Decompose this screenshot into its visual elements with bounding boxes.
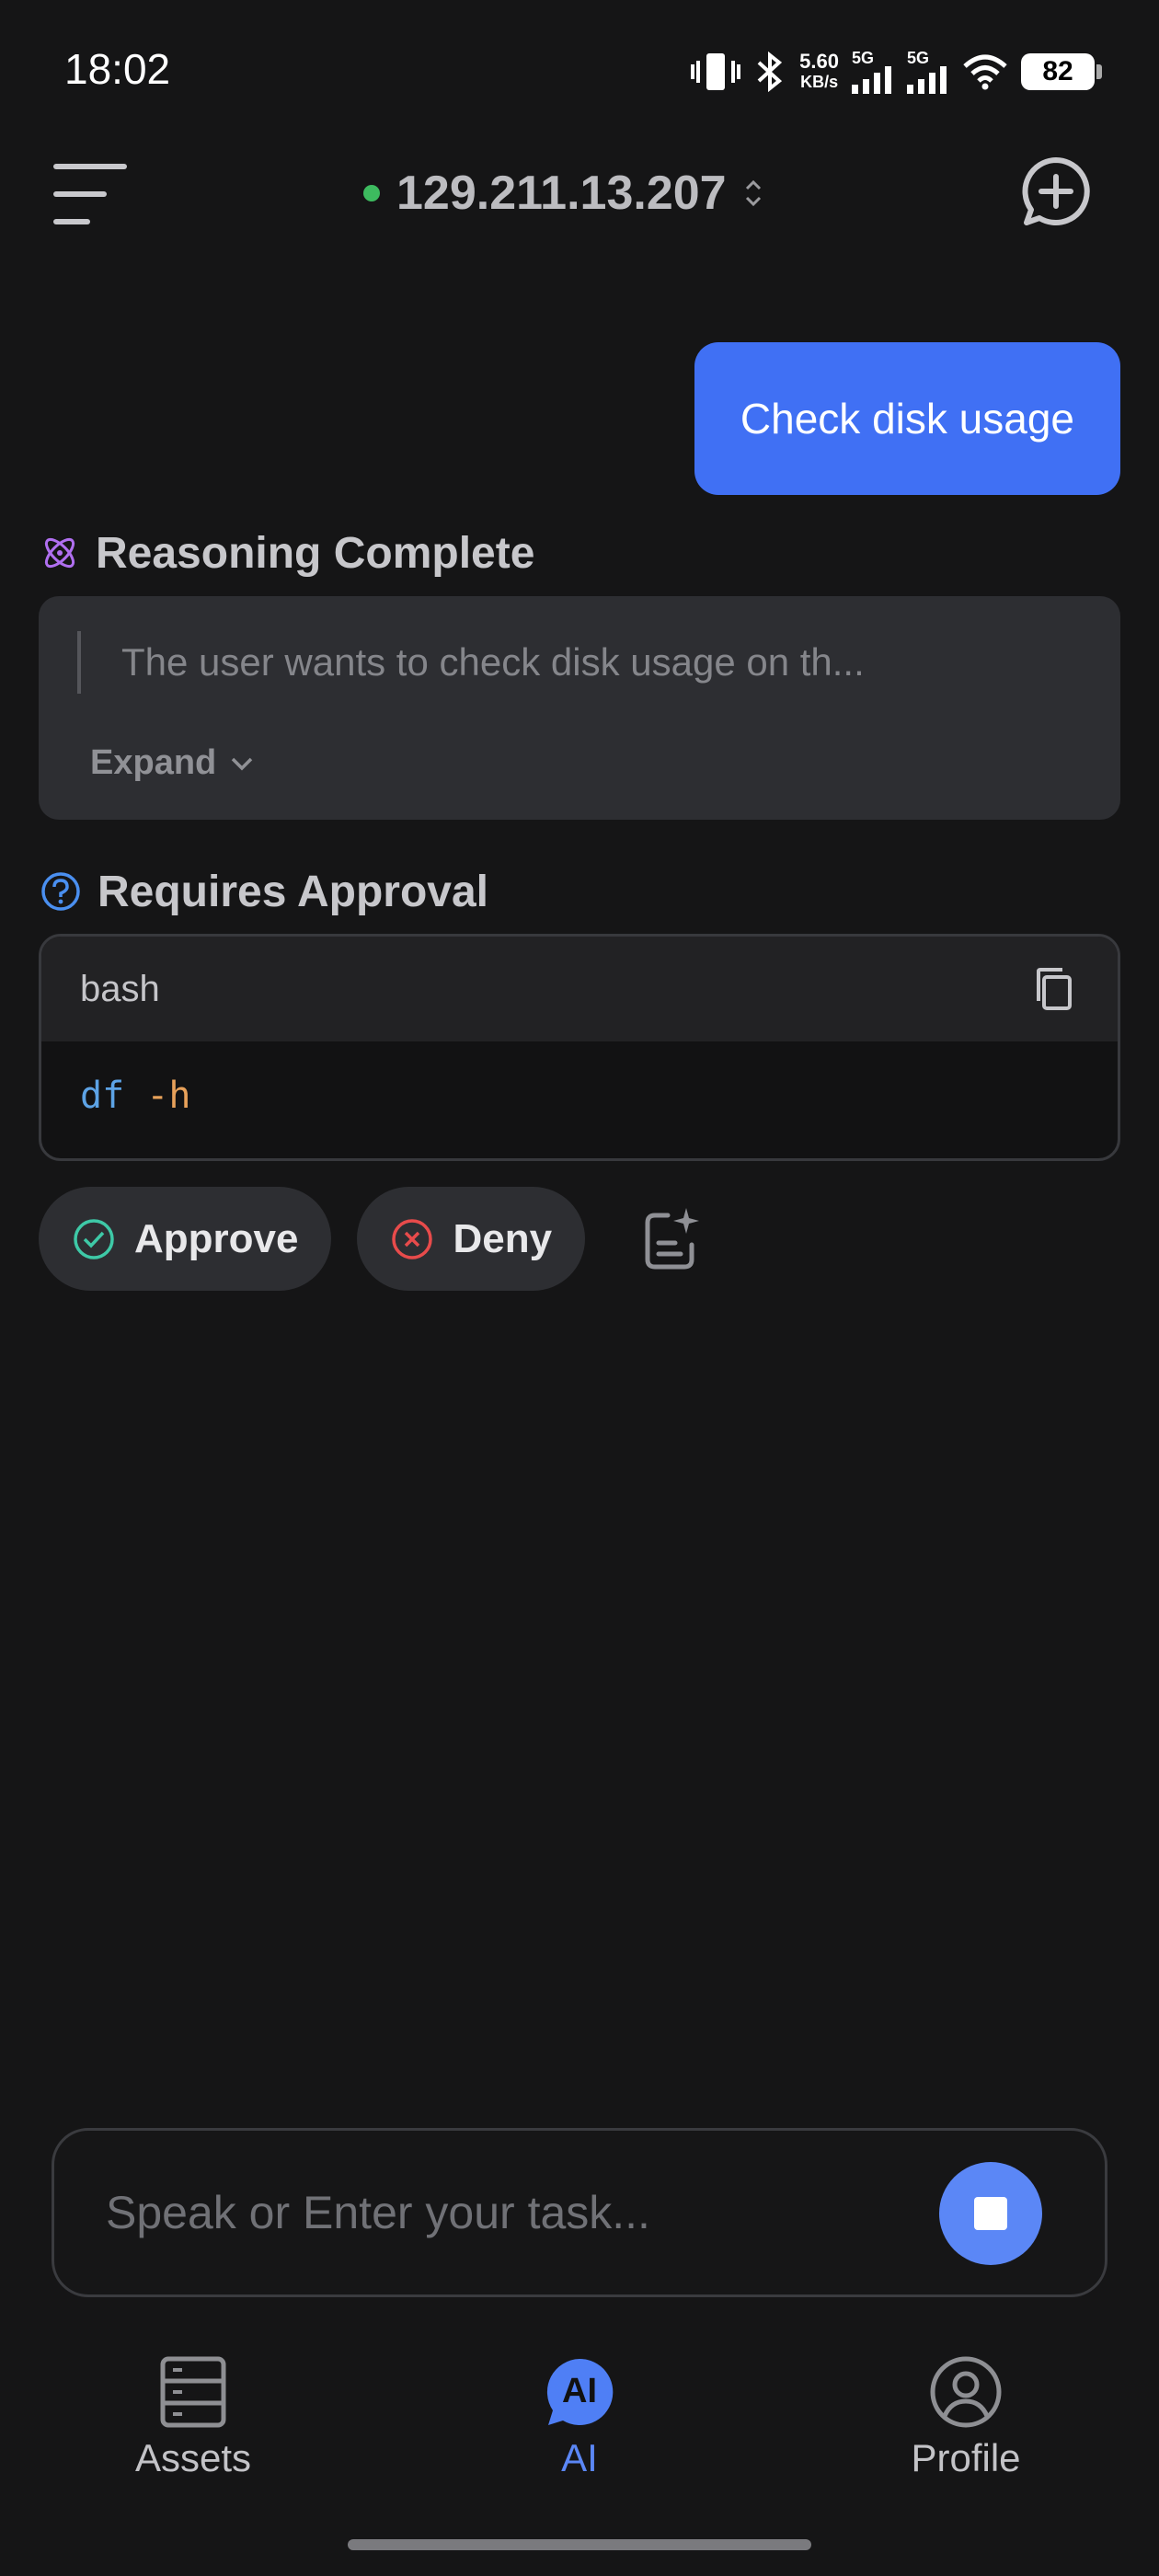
command-code-block: bash df -h <box>39 934 1120 1161</box>
check-circle-icon <box>74 1218 114 1259</box>
reasoning-card: The user wants to check disk usage on th… <box>39 596 1120 820</box>
status-icons: 5.60 KB/s 5G 5G 82 <box>691 46 1102 98</box>
approval-title: Requires Approval <box>98 867 488 916</box>
x-circle-icon <box>392 1218 433 1259</box>
copy-icon[interactable] <box>1029 964 1079 1014</box>
help-circle-icon <box>41 872 80 911</box>
host-ip: 129.211.13.207 <box>396 167 727 220</box>
signal-icon <box>852 66 891 94</box>
stop-icon <box>974 2197 1007 2230</box>
user-message-bubble: Check disk usage <box>694 342 1120 495</box>
sim1-signal: 5G <box>852 50 894 94</box>
approval-actions: Approve Deny <box>39 1187 708 1291</box>
code-command: df <box>80 1075 125 1117</box>
menu-icon <box>53 164 127 169</box>
host-selector[interactable]: 129.211.13.207 <box>363 161 763 225</box>
stop-button[interactable] <box>939 2162 1042 2265</box>
approval-header: Requires Approval <box>40 859 488 924</box>
net-speed-value: 5.60 <box>799 50 839 73</box>
sim2-label: 5G <box>907 49 930 67</box>
battery-indicator: 82 <box>1021 53 1102 90</box>
approve-button[interactable]: Approve <box>39 1187 332 1291</box>
server-icon <box>160 2356 226 2428</box>
tab-label: Assets <box>134 2436 252 2479</box>
connection-status-dot <box>363 185 380 201</box>
task-input[interactable] <box>106 2171 897 2254</box>
new-chat-icon[interactable] <box>1021 156 1091 226</box>
tab-profile[interactable]: Profile <box>855 2355 1076 2480</box>
code-flag: -h <box>146 1075 191 1117</box>
tab-label: Profile <box>911 2436 1021 2479</box>
sim1-label: 5G <box>852 49 875 67</box>
profile-icon <box>930 2356 1002 2428</box>
sim2-signal: 5G <box>907 50 949 94</box>
status-time: 18:02 <box>64 45 171 93</box>
reasoning-header: Reasoning Complete <box>40 521 534 585</box>
tab-label: AI <box>561 2436 598 2479</box>
expand-label: Expand <box>90 743 217 782</box>
code-block-header: bash <box>41 937 1118 1041</box>
deny-label: Deny <box>453 1215 553 1261</box>
note-sparkle-icon[interactable] <box>635 1202 708 1276</box>
reasoning-title: Reasoning Complete <box>96 528 535 578</box>
expand-button[interactable]: Expand <box>90 743 255 783</box>
code-content: df -h <box>41 1041 1118 1150</box>
code-language: bash <box>80 968 160 1009</box>
tab-ai[interactable]: AI AI <box>469 2355 690 2480</box>
menu-icon <box>53 219 90 224</box>
signal-icon <box>907 66 947 94</box>
net-speed-unit: KB/s <box>800 73 839 91</box>
ai-chat-icon: AI <box>543 2355 616 2429</box>
menu-icon <box>53 191 107 197</box>
atom-icon <box>44 537 75 569</box>
chevron-up-down-icon <box>745 179 761 207</box>
vibrate-icon <box>691 53 741 90</box>
ai-badge: AI <box>562 2372 597 2410</box>
net-speed: 5.60 KB/s <box>799 52 839 92</box>
bluetooth-icon <box>757 52 783 92</box>
tab-assets[interactable]: Assets <box>83 2355 304 2480</box>
home-indicator <box>348 2539 811 2550</box>
reasoning-preview: The user wants to check disk usage on th… <box>77 631 865 694</box>
deny-button[interactable]: Deny <box>357 1187 586 1291</box>
task-composer <box>52 2128 1107 2297</box>
approve-label: Approve <box>134 1215 299 1261</box>
chevron-down-icon <box>232 757 253 770</box>
menu-button[interactable] <box>53 162 127 226</box>
wifi-icon <box>963 54 1007 90</box>
